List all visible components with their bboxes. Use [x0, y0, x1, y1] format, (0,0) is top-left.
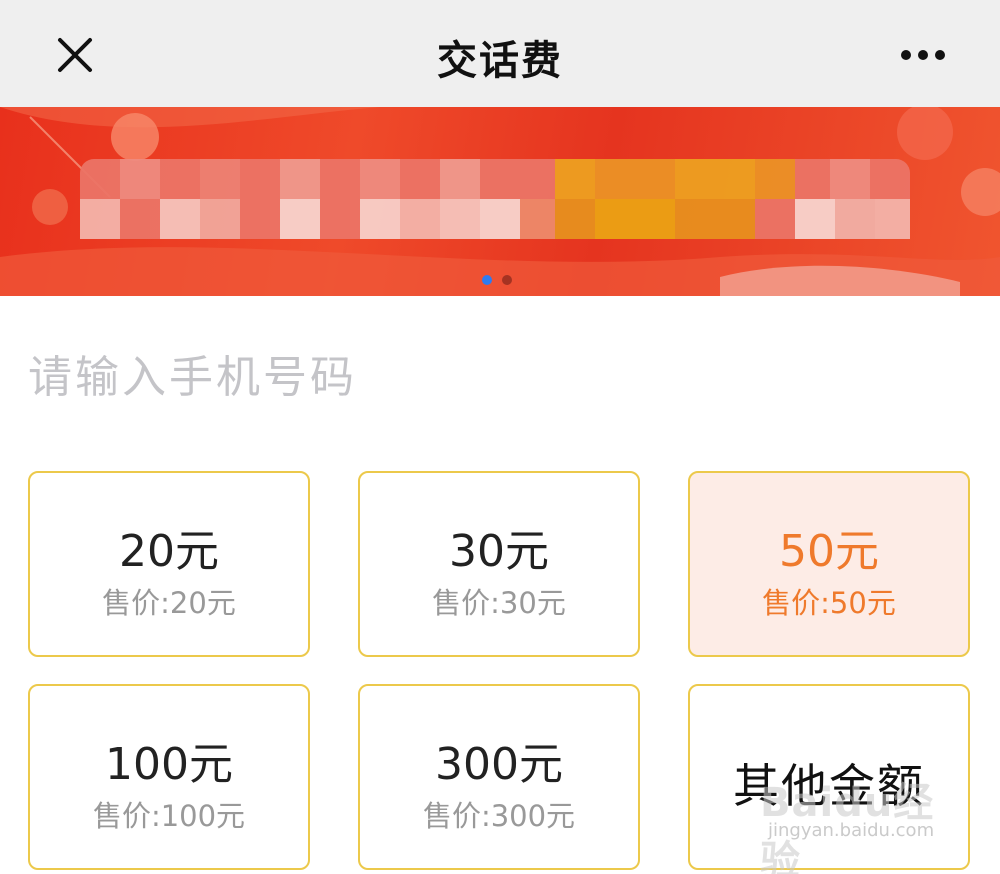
sale-price: 售价:20元	[102, 586, 236, 620]
page-title: 交话费	[437, 38, 563, 84]
top-bar: 交话费	[0, 0, 1000, 107]
carousel-dot[interactable]	[502, 275, 512, 285]
carousel-dot-active[interactable]	[482, 275, 492, 285]
amount-card-20[interactable]: 20元 售价:20元	[28, 471, 310, 657]
amount-value: 30元	[449, 526, 549, 577]
sale-price: 售价:300元	[422, 799, 576, 833]
more-button[interactable]	[890, 30, 960, 80]
sale-price: 售价:30元	[432, 586, 566, 620]
amount-value: 50元	[779, 526, 879, 577]
sale-price: 售价:100元	[92, 799, 246, 833]
amount-value: 300元	[435, 739, 563, 790]
watermark-url: jingyan.baidu.com	[768, 820, 935, 841]
amount-card-100[interactable]: 100元 售价:100元	[28, 684, 310, 870]
promo-banner[interactable]	[0, 107, 1000, 296]
more-icon	[901, 50, 945, 60]
banner-art	[0, 107, 1000, 296]
amount-card-300[interactable]: 300元 售价:300元	[358, 684, 640, 870]
amount-value: 100元	[105, 739, 233, 790]
amount-card-50[interactable]: 50元 售价:50元	[688, 471, 970, 657]
phone-number-input[interactable]	[28, 340, 968, 414]
amount-value: 20元	[119, 526, 219, 577]
baidu-jingyan-watermark: Baidu经验 jingyan.baidu.com	[760, 770, 960, 874]
sale-price: 售价:50元	[762, 586, 896, 620]
amount-card-30[interactable]: 30元 售价:30元	[358, 471, 640, 657]
carousel-indicator	[482, 275, 512, 285]
